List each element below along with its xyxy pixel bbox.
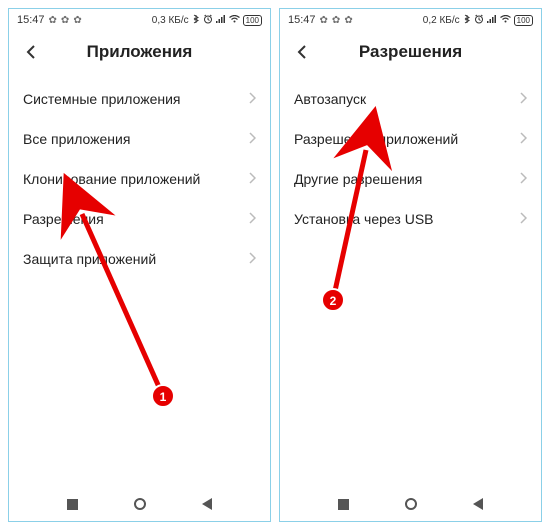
settings-list: Системные приложения Все приложения Клон… [9,79,270,487]
row-label: Системные приложения [23,91,181,107]
chevron-right-icon [519,91,527,107]
row-label: Разрешения [23,211,104,227]
chevron-right-icon [248,251,256,267]
header: Разрешения [280,31,541,79]
row-all-apps[interactable]: Все приложения [9,119,270,159]
wifi-icon [229,15,240,26]
back-nav-button[interactable] [202,498,212,510]
row-label: Другие разрешения [294,171,422,187]
row-label: Разрешения приложений [294,131,458,147]
row-permissions[interactable]: Разрешения [9,199,270,239]
back-button[interactable] [290,39,316,65]
bluetooth-icon [463,14,471,27]
row-system-apps[interactable]: Системные приложения [9,79,270,119]
chevron-left-icon [295,44,311,60]
chevron-right-icon [248,211,256,227]
chevron-right-icon [519,171,527,187]
status-time: 15:47 [288,14,316,26]
row-label: Автозапуск [294,91,366,107]
chevron-right-icon [519,211,527,227]
settings-list: Автозапуск Разрешения приложений Другие … [280,79,541,487]
status-bar: 15:47 ✿ ✿ ✿ 0,3 КБ/с 100 [9,9,270,31]
gear-icon: ✿ [49,15,57,26]
screen-applications: 15:47 ✿ ✿ ✿ 0,3 КБ/с 100 Приложения [8,8,271,522]
page-title: Разрешения [280,42,541,62]
battery-icon: 100 [514,15,533,26]
wifi-icon [500,15,511,26]
alarm-icon [203,14,213,27]
row-other-permissions[interactable]: Другие разрешения [280,159,541,199]
android-navbar [280,487,541,521]
recents-button[interactable] [67,499,78,510]
chevron-right-icon [248,91,256,107]
android-navbar [9,487,270,521]
screen-permissions: 15:47 ✿ ✿ ✿ 0,2 КБ/с 100 Разрешения [279,8,542,522]
page-title: Приложения [9,42,270,62]
row-label: Все приложения [23,131,130,147]
status-bar: 15:47 ✿ ✿ ✿ 0,2 КБ/с 100 [280,9,541,31]
row-label: Защита приложений [23,251,156,267]
gear-icon: ✿ [73,15,81,26]
row-clone-apps[interactable]: Клонирование приложений [9,159,270,199]
alarm-icon [474,14,484,27]
gear-icon: ✿ [344,15,352,26]
recents-button[interactable] [338,499,349,510]
row-label: Установка через USB [294,211,434,227]
row-usb-install[interactable]: Установка через USB [280,199,541,239]
gear-icon: ✿ [320,15,328,26]
home-button[interactable] [405,498,417,510]
status-data-rate: 0,2 КБ/с [423,15,460,26]
back-button[interactable] [19,39,45,65]
row-app-permissions[interactable]: Разрешения приложений [280,119,541,159]
back-nav-button[interactable] [473,498,483,510]
gear-icon: ✿ [332,15,340,26]
status-time: 15:47 [17,14,45,26]
chevron-right-icon [248,131,256,147]
header: Приложения [9,31,270,79]
signal-icon [216,15,226,26]
chevron-right-icon [248,171,256,187]
home-button[interactable] [134,498,146,510]
chevron-left-icon [24,44,40,60]
chevron-right-icon [519,131,527,147]
signal-icon [487,15,497,26]
status-data-rate: 0,3 КБ/с [152,15,189,26]
row-app-protection[interactable]: Защита приложений [9,239,270,279]
row-autostart[interactable]: Автозапуск [280,79,541,119]
gear-icon: ✿ [61,15,69,26]
row-label: Клонирование приложений [23,171,200,187]
bluetooth-icon [192,14,200,27]
battery-icon: 100 [243,15,262,26]
